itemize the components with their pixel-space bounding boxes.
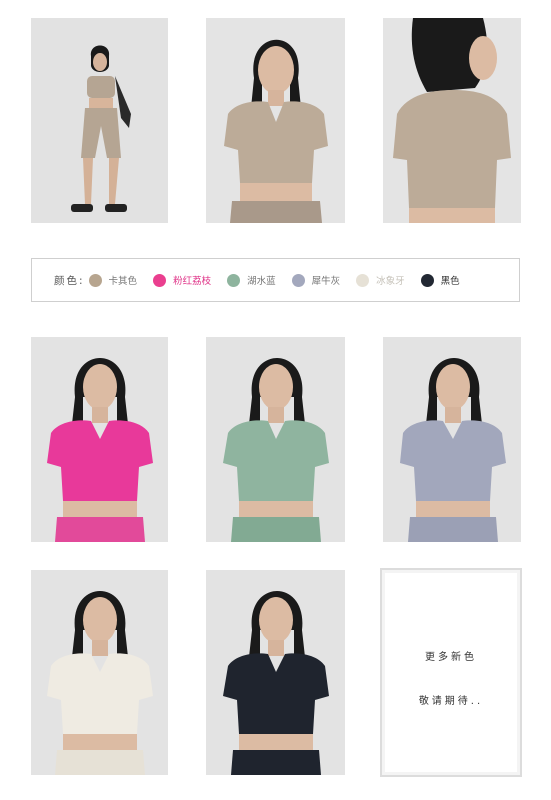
colors-label: 颜色:: [54, 274, 85, 287]
swatch-label-pink: 粉红荔枝: [173, 276, 212, 287]
product-photo-khaki-front: [206, 18, 345, 223]
swatch-dot-ivory: [356, 273, 370, 287]
swatch-label-grey: 犀牛灰: [311, 276, 341, 287]
product-photo-pink: [31, 337, 168, 542]
product-photo-lake-blue: [206, 337, 345, 542]
swatch-khaki[interactable]: 卡其色: [88, 273, 138, 287]
product-photo-khaki-back: [383, 18, 521, 223]
swatch-black[interactable]: 黑色: [420, 273, 460, 287]
swatch-dot-black: [420, 273, 434, 287]
swatch-dot-pink: [153, 273, 167, 287]
swatch-dot-lake-blue: [227, 273, 241, 287]
swatch-label-black: 黑色: [440, 276, 460, 287]
swatch-label-khaki: 卡其色: [108, 276, 138, 287]
product-photo-khaki-fullbody: [31, 18, 168, 223]
swatch-grey[interactable]: 犀牛灰: [291, 273, 341, 287]
swatch-lake-blue[interactable]: 湖水蓝: [227, 273, 276, 287]
product-photo-black: [206, 570, 345, 775]
swatch-dot-grey: [291, 273, 305, 287]
more-colors-line2: 敬请期待..: [418, 696, 484, 707]
swatch-pink[interactable]: 粉红荔枝: [153, 273, 211, 287]
color-options-bar: 颜色: 卡其色 粉红荔枝 湖水蓝 犀牛灰 冰象牙 黑色: [31, 258, 520, 302]
more-colors-line1: 更多新色: [425, 652, 477, 663]
swatch-ivory[interactable]: 冰象牙: [356, 273, 405, 287]
swatch-label-ivory: 冰象牙: [376, 276, 405, 287]
more-colors-card: 更多新色 敬请期待..: [380, 568, 522, 777]
swatch-label-lake-blue: 湖水蓝: [247, 276, 276, 287]
swatch-dot-khaki: [88, 273, 102, 287]
product-photo-grey: [383, 337, 521, 542]
product-photo-ivory: [31, 570, 168, 775]
